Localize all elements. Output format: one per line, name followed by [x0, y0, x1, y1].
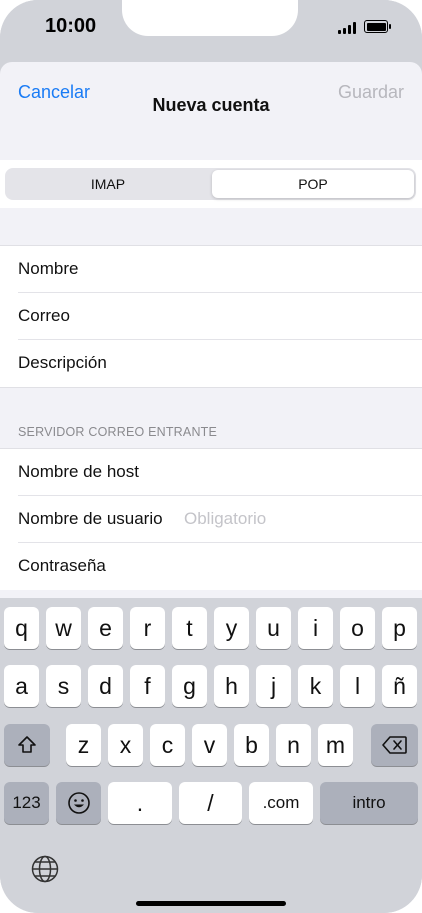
key-j[interactable]: j	[256, 665, 291, 707]
key-a[interactable]: a	[4, 665, 39, 707]
username-field[interactable]: Nombre de usuario Obligatorio	[0, 496, 422, 543]
delete-key[interactable]	[371, 724, 418, 766]
email-field-label: Correo	[18, 306, 70, 325]
key-s[interactable]: s	[46, 665, 81, 707]
key-u[interactable]: u	[256, 607, 291, 649]
key-p[interactable]: p	[382, 607, 417, 649]
save-button[interactable]: Guardar	[338, 82, 404, 103]
segment-pop[interactable]: POP	[212, 170, 414, 198]
globe-icon[interactable]	[30, 854, 60, 884]
key-g[interactable]: g	[172, 665, 207, 707]
incoming-server-header: SERVIDOR CORREO ENTRANTE	[18, 425, 218, 439]
key-r[interactable]: r	[130, 607, 165, 649]
protocol-selector-area: IMAP POP	[0, 160, 422, 208]
key-x[interactable]: x	[108, 724, 143, 766]
username-field-label: Nombre de usuario	[18, 509, 163, 528]
home-indicator[interactable]	[136, 901, 286, 906]
password-field-label: Contraseña	[18, 556, 106, 575]
delete-icon	[381, 736, 407, 754]
key-l[interactable]: l	[340, 665, 375, 707]
battery-icon	[364, 20, 391, 33]
key-i[interactable]: i	[298, 607, 333, 649]
status-time: 10:00	[45, 15, 97, 37]
slash-key[interactable]: /	[179, 782, 242, 824]
name-field[interactable]: Nombre	[0, 246, 422, 293]
phone-screen: 10:00 Cancelar Nueva cuenta Guardar IMAP…	[0, 0, 422, 913]
key-o[interactable]: o	[340, 607, 375, 649]
name-field-label: Nombre	[18, 259, 79, 278]
dotcom-key[interactable]: .com	[249, 782, 313, 824]
period-key[interactable]: .	[108, 782, 172, 824]
account-fields-group: Nombre Correo Descripción	[0, 245, 422, 388]
shift-icon	[18, 736, 36, 753]
key-q[interactable]: q	[4, 607, 39, 649]
key-m[interactable]: m	[318, 724, 353, 766]
key-f[interactable]: f	[130, 665, 165, 707]
return-key[interactable]: intro	[320, 782, 418, 824]
key-c[interactable]: c	[150, 724, 185, 766]
hostname-field-label: Nombre de host	[18, 462, 139, 481]
description-field[interactable]: Descripción	[0, 340, 422, 387]
protocol-segmented-control: IMAP POP	[5, 168, 416, 200]
key-y[interactable]: y	[214, 607, 249, 649]
new-account-sheet: Cancelar Nueva cuenta Guardar IMAP POP N…	[0, 62, 422, 602]
key-z[interactable]: z	[66, 724, 101, 766]
key-n-tilde[interactable]: ñ	[382, 665, 417, 707]
description-field-label: Descripción	[18, 353, 107, 372]
hostname-field[interactable]: Nombre de host	[0, 449, 422, 496]
key-t[interactable]: t	[172, 607, 207, 649]
key-n[interactable]: n	[276, 724, 311, 766]
email-field[interactable]: Correo	[0, 293, 422, 340]
notch	[122, 0, 298, 36]
segment-imap[interactable]: IMAP	[7, 170, 209, 198]
shift-key[interactable]	[4, 724, 50, 766]
key-h[interactable]: h	[214, 665, 249, 707]
status-bar: 10:00	[0, 0, 422, 60]
keyboard: q w e r t y u i o p a s d f g h j k l ñ …	[0, 598, 422, 913]
emoji-key[interactable]	[56, 782, 101, 824]
key-k[interactable]: k	[298, 665, 333, 707]
incoming-server-group: Nombre de host Nombre de usuario Obligat…	[0, 448, 422, 590]
numbers-key[interactable]: 123	[4, 782, 49, 824]
username-placeholder: Obligatorio	[184, 509, 267, 528]
key-b[interactable]: b	[234, 724, 269, 766]
key-d[interactable]: d	[88, 665, 123, 707]
key-w[interactable]: w	[46, 607, 81, 649]
emoji-icon	[67, 792, 90, 814]
password-field[interactable]: Contraseña	[0, 543, 422, 590]
key-v[interactable]: v	[192, 724, 227, 766]
key-e[interactable]: e	[88, 607, 123, 649]
